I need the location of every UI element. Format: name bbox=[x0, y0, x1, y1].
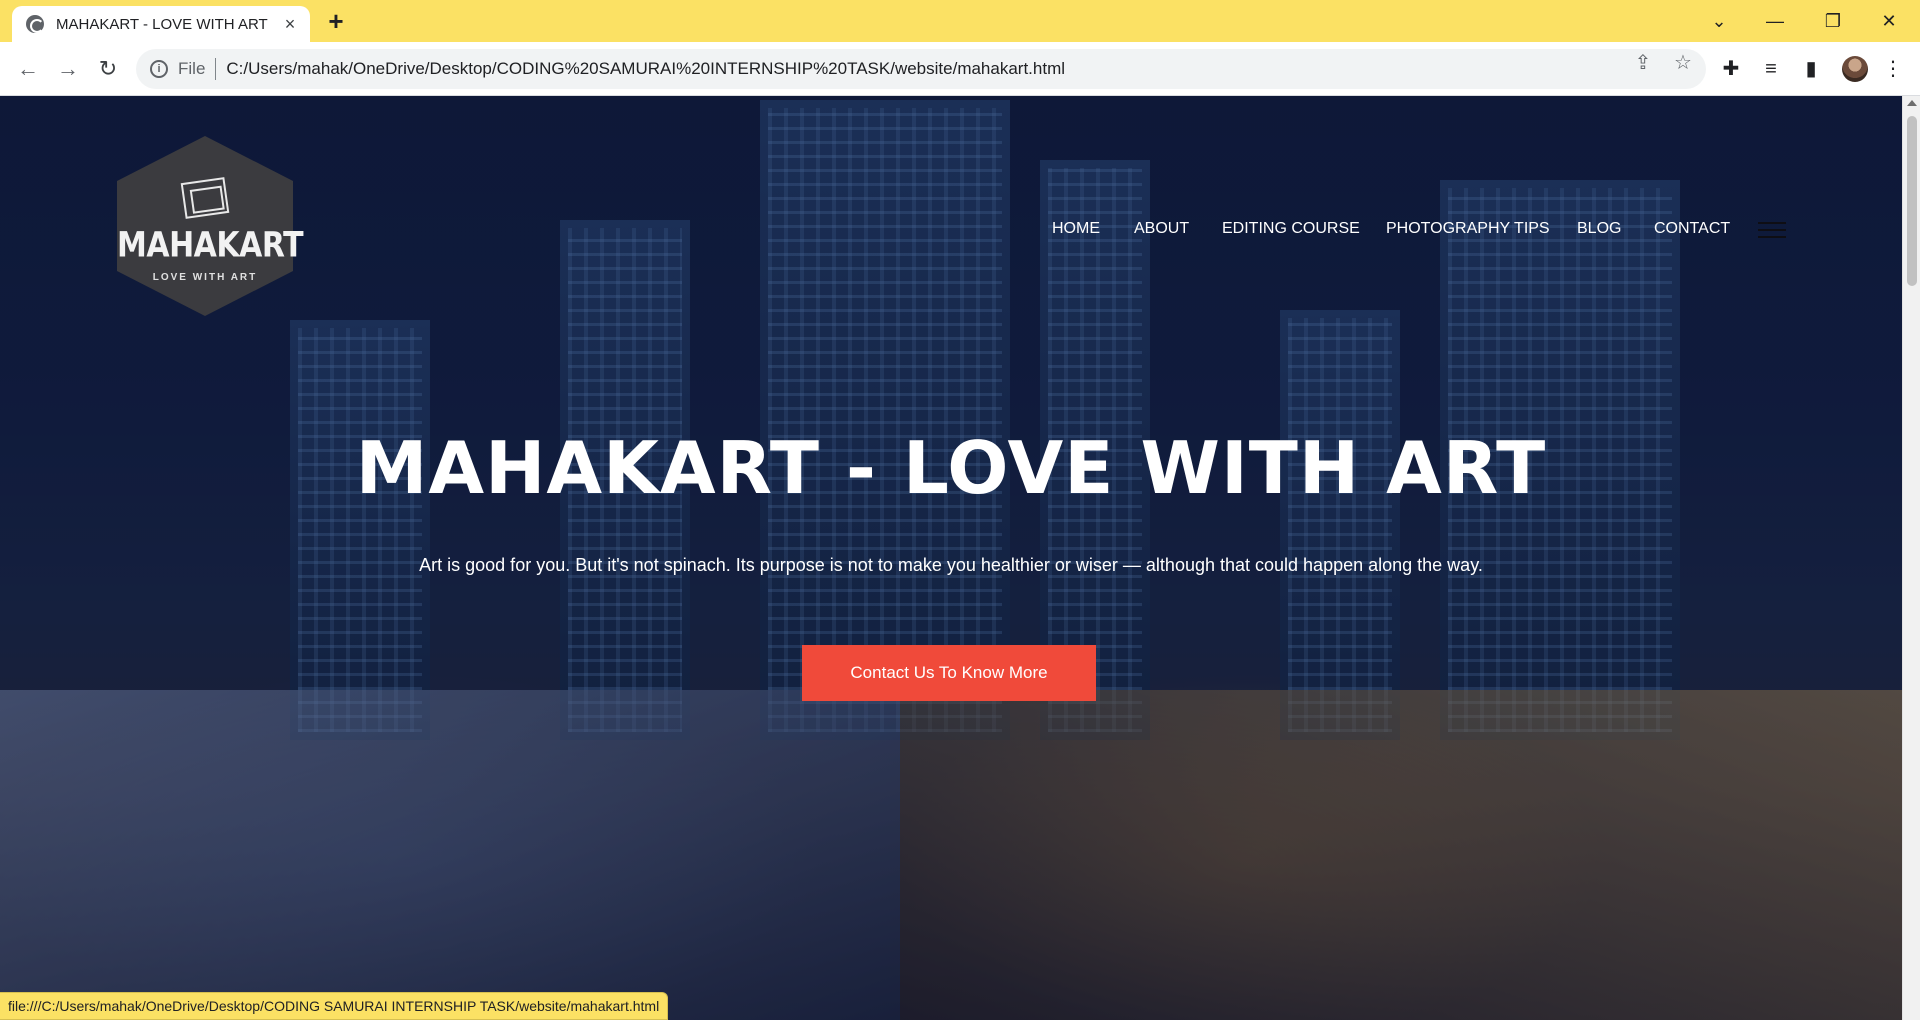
extensions-puzzle-icon[interactable]: ✚ bbox=[1718, 56, 1744, 82]
info-icon[interactable]: i bbox=[150, 60, 168, 78]
profile-avatar[interactable] bbox=[1842, 56, 1868, 82]
logo-brand: MAHAKART bbox=[117, 225, 304, 266]
tab-title: MAHAKART - LOVE WITH ART bbox=[56, 15, 268, 33]
browser-tab[interactable]: MAHAKART - LOVE WITH ART × bbox=[12, 6, 310, 42]
address-bar[interactable]: i File C:/Users/mahak/OneDrive/Desktop/C… bbox=[136, 49, 1706, 89]
back-button[interactable]: ← bbox=[14, 55, 42, 83]
scrollbar-thumb[interactable] bbox=[1907, 116, 1917, 286]
nav-about[interactable]: ABOUT bbox=[1134, 220, 1189, 238]
minimize-button[interactable]: — bbox=[1752, 0, 1798, 42]
side-panel-icon[interactable]: ▮ bbox=[1798, 56, 1824, 82]
site-logo[interactable]: MAHAKART LOVE WITH ART bbox=[117, 136, 304, 316]
logo-tagline: LOVE WITH ART bbox=[152, 272, 258, 283]
nav-home[interactable]: HOME bbox=[1052, 220, 1100, 238]
reload-button[interactable]: ↻ bbox=[94, 55, 122, 83]
restore-button[interactable]: ❐ bbox=[1810, 0, 1856, 42]
url-text[interactable]: C:/Users/mahak/OneDrive/Desktop/CODING%2… bbox=[226, 59, 1065, 79]
new-tab-button[interactable]: + bbox=[322, 8, 350, 36]
close-window-button[interactable]: ✕ bbox=[1866, 0, 1912, 42]
nav-contact[interactable]: CONTACT bbox=[1654, 220, 1730, 238]
globe-icon bbox=[26, 15, 44, 33]
photo-frame-icon bbox=[180, 177, 230, 219]
hero-title: MAHAKART - LOVE WITH ART bbox=[355, 426, 1547, 510]
media-control-icon[interactable]: ≡ bbox=[1758, 56, 1784, 82]
contact-cta-button[interactable]: Contact Us To Know More bbox=[802, 645, 1096, 701]
tab-strip: MAHAKART - LOVE WITH ART × + ⌄ — ❐ ✕ bbox=[0, 0, 1920, 42]
hero-subtitle: Art is good for you. But it's not spinac… bbox=[419, 555, 1483, 575]
divider bbox=[215, 58, 217, 80]
page-viewport: MAHAKART LOVE WITH ART HOME ABOUT EDITIN… bbox=[0, 96, 1902, 1020]
more-menu-icon[interactable]: ⋮ bbox=[1880, 56, 1906, 82]
nav-blog[interactable]: BLOG bbox=[1577, 220, 1621, 238]
tab-search-chevron-icon[interactable]: ⌄ bbox=[1696, 0, 1742, 42]
page-scrollbar[interactable] bbox=[1902, 96, 1920, 1020]
close-tab-icon[interactable]: × bbox=[280, 14, 300, 34]
nav-photography-tips[interactable]: PHOTOGRAPHY TIPS bbox=[1386, 220, 1550, 238]
nav-editing-course[interactable]: EDITING COURSE bbox=[1222, 220, 1360, 238]
bookmark-star-icon[interactable]: ☆ bbox=[1672, 52, 1694, 74]
hamburger-menu-icon[interactable] bbox=[1758, 220, 1786, 240]
file-chip: File bbox=[178, 59, 206, 78]
share-icon[interactable]: ⇪ bbox=[1632, 52, 1654, 74]
scroll-up-arrow-icon[interactable] bbox=[1907, 100, 1917, 106]
link-status-bar: file:///C:/Users/mahak/OneDrive/Desktop/… bbox=[0, 992, 669, 1020]
forward-button[interactable]: → bbox=[54, 55, 82, 83]
browser-toolbar: ← → ↻ i File C:/Users/mahak/OneDrive/Des… bbox=[0, 42, 1920, 96]
